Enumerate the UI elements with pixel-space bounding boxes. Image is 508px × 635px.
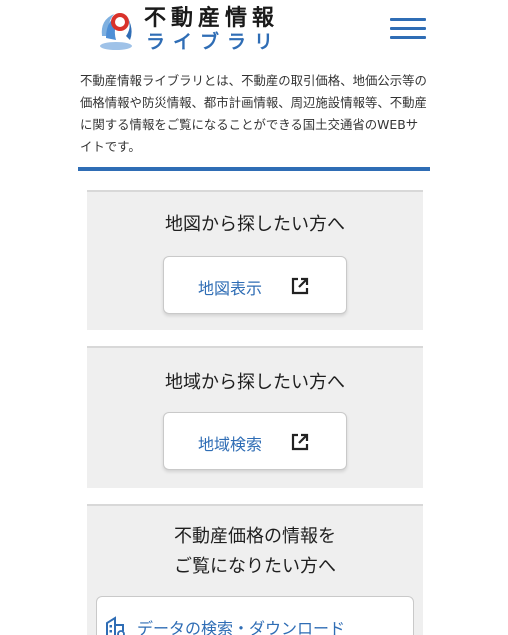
data-download-button-label: データの検索・ダウンロード	[137, 619, 346, 635]
building-search-icon	[106, 616, 125, 635]
section-heading: 地域から探したい方へ	[165, 372, 345, 393]
map-view-button[interactable]: 地図表示	[163, 256, 347, 314]
external-link-icon	[291, 277, 309, 295]
area-search-button-label: 地域検索	[198, 435, 263, 454]
area-search-button[interactable]: 地域検索	[163, 412, 347, 470]
map-view-button-label: 地図表示	[198, 279, 263, 298]
area-search-section: 地域から探したい方へ 地域検索	[87, 346, 423, 488]
map-search-section: 地図から探したい方へ 地図表示	[87, 190, 423, 330]
logo-subtitle: ライブラリ	[146, 31, 282, 53]
logo-icon	[100, 13, 132, 50]
header: 不動産情報 ライブラリ	[0, 0, 508, 62]
header-divider	[78, 167, 430, 171]
intro-text: 不動産情報ライブラリとは、不動産の取引価格、地価公示等の価格情報や防災情報、都市…	[80, 73, 427, 154]
page: 不動産情報 ライブラリ 不動産情報ライブラリとは、不動産の取引価格、地価公示等の…	[0, 0, 508, 635]
data-download-button[interactable]: データの検索・ダウンロード	[96, 596, 414, 635]
logo-title: 不動産情報	[144, 6, 280, 31]
section-heading: 地図から探したい方へ	[165, 214, 345, 235]
external-link-icon	[291, 433, 309, 451]
section-heading-line2: ご覧になりたい方へ	[174, 556, 336, 577]
section-heading-line1: 不動産価格の情報を	[174, 526, 336, 547]
hamburger-menu-icon[interactable]	[388, 14, 428, 44]
